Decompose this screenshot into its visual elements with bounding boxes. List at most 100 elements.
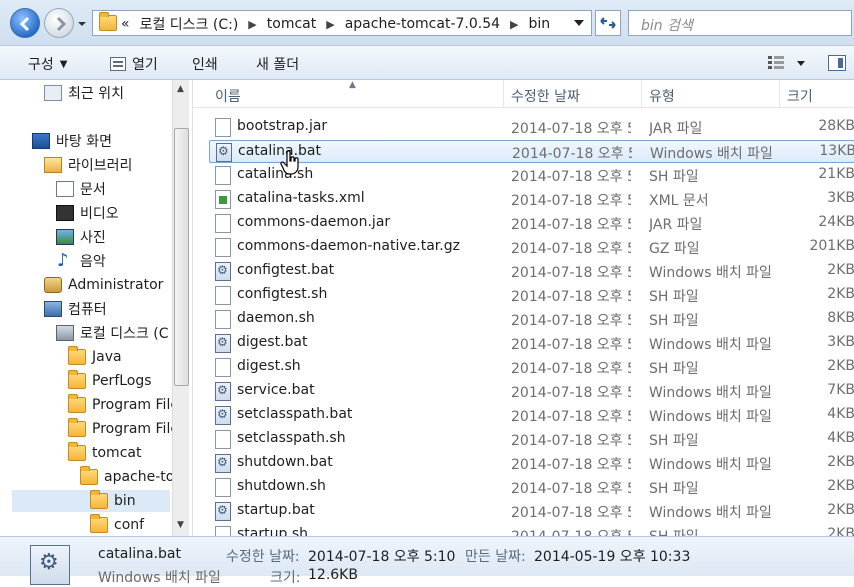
file-row[interactable]: digest.sh 2014-07-18 오후 5:10 SH 파일 2KB <box>209 356 854 379</box>
column-header-name[interactable]: 이름 <box>215 86 241 106</box>
breadcrumb-separator-icon[interactable]: ▶ <box>248 18 256 31</box>
breadcrumb-apache-tomcat[interactable]: apache-tomcat-7.0.54 <box>345 16 500 32</box>
address-dropdown-icon[interactable] <box>573 18 585 28</box>
preview-pane-icon[interactable] <box>828 55 846 71</box>
file-type: Windows 배치 파일 <box>649 265 772 281</box>
file-date: 2014-07-18 오후 5:10 <box>511 409 631 425</box>
refresh-button[interactable] <box>595 10 621 36</box>
file-row[interactable]: daemon.sh 2014-07-18 오후 5:10 SH 파일 8KB <box>209 308 854 331</box>
nav-item-pictures[interactable]: 사진 <box>56 226 106 248</box>
file-row[interactable]: shutdown.sh 2014-07-18 오후 5:10 SH 파일 2KB <box>209 476 854 499</box>
breadcrumb-local-disk[interactable]: 로컬 디스크 (C:) <box>140 14 239 34</box>
column-header-type[interactable]: 유형 <box>649 86 675 106</box>
breadcrumb-separator-icon[interactable]: ▶ <box>510 18 518 31</box>
file-icon <box>215 166 231 185</box>
file-row[interactable]: commons-daemon.jar 2014-07-18 오후 5:10 JAR … <box>209 212 854 235</box>
organize-button[interactable]: 구성 ▼ <box>28 54 67 74</box>
file-row[interactable]: catalina-tasks.xml 2014-07-18 오후 5:10 XML … <box>209 188 854 211</box>
file-row[interactable]: configtest.sh 2014-07-18 오후 5:10 SH 파일 2KB <box>209 284 854 307</box>
open-button[interactable]: 열기 <box>110 54 158 74</box>
column-header-date[interactable]: 수정한 날짜 <box>511 86 580 106</box>
nav-item-recent-places[interactable]: 최근 위치 <box>44 82 124 104</box>
nav-item-music[interactable]: 음악 <box>56 250 106 272</box>
nav-item-tomcat[interactable]: tomcat <box>68 442 141 464</box>
nav-item-documents[interactable]: 문서 <box>56 178 106 200</box>
nav-item-program-files[interactable]: Program File <box>68 394 179 416</box>
desktop-icon <box>32 133 50 149</box>
file-row[interactable]: catalina.bat2014-07-18 오후 5:10Windows 배치… <box>209 140 854 163</box>
file-date: 2014-07-18 오후 5:10 <box>511 313 631 329</box>
file-name: shutdown.sh <box>237 478 326 494</box>
nav-item-local-disk[interactable]: 로컬 디스크 (C <box>56 322 169 344</box>
file-size: 8KB <box>827 310 854 326</box>
navigation-scrollbar[interactable]: ▲ ▼ <box>172 80 189 536</box>
file-name: commons-daemon-native.tar.gz <box>237 238 460 254</box>
local-disk-icon <box>56 325 74 341</box>
file-row[interactable]: service.bat 2014-07-18 오후 5:10 Windows 배치 … <box>209 380 854 403</box>
scroll-up-icon[interactable]: ▲ <box>177 84 184 94</box>
detail-size-label: 크기: <box>270 570 301 586</box>
file-name: bootstrap.jar <box>237 118 328 134</box>
file-row[interactable]: catalina.sh2014-07-18 오후 5:10SH 파일21KB <box>209 164 854 187</box>
new-folder-button[interactable]: 새 폴더 <box>256 54 299 74</box>
file-row[interactable]: bootstrap.jar 2014-07-18 오후 5:10 JAR 파일 28K… <box>209 116 854 139</box>
nav-item-label: Program File <box>92 421 179 437</box>
file-size: 4KB <box>827 430 854 446</box>
back-button[interactable] <box>10 8 40 38</box>
file-name: commons-daemon.jar <box>237 214 391 230</box>
nav-item-administrator[interactable]: Administrator <box>44 274 163 296</box>
print-button[interactable]: 인쇄 <box>192 54 218 74</box>
file-row[interactable]: setclasspath.bat 2014-07-18 오후 5:10 Window… <box>209 404 854 427</box>
search-input[interactable]: bin 검색 <box>628 10 852 36</box>
file-icon <box>215 214 231 233</box>
file-icon <box>215 478 231 497</box>
nav-item-videos[interactable]: 비디오 <box>56 202 119 224</box>
nav-item-libraries[interactable]: 라이브러리 <box>44 154 132 176</box>
column-divider[interactable] <box>641 80 642 108</box>
view-dropdown-icon[interactable] <box>796 60 806 68</box>
file-type: SH 파일 <box>649 361 699 377</box>
nav-item-label: Administrator <box>68 277 164 293</box>
file-type: XML 문서 <box>649 193 709 209</box>
file-row[interactable]: shutdown.bat 2014-07-18 오후 5:10 Windows 배치… <box>209 452 854 475</box>
nav-item-label: 사진 <box>80 230 106 246</box>
arrow-left-icon <box>19 16 30 32</box>
breadcrumb-bin[interactable]: bin <box>529 16 551 32</box>
address-bar[interactable]: « 로컬 디스크 (C:) ▶ tomcat ▶ apache-tomcat-7… <box>92 10 592 36</box>
file-row[interactable]: startup.bat 2014-07-18 오후 5:10 Windows 배치 … <box>209 500 854 523</box>
file-date: 2014-07-18 오후 5:10 <box>511 289 631 305</box>
computer-icon <box>44 301 62 317</box>
nav-item-conf[interactable]: conf <box>90 514 144 536</box>
nav-item-computer[interactable]: 컴퓨터 <box>44 298 107 320</box>
breadcrumb-overflow[interactable]: « <box>121 16 130 32</box>
view-options-icon[interactable] <box>768 56 784 70</box>
breadcrumb-separator-icon[interactable]: ▶ <box>326 18 334 31</box>
nav-item-program-files-x86[interactable]: Program File <box>68 418 179 440</box>
file-row[interactable]: setclasspath.sh 2014-07-18 오후 5:10 SH 파일 4K… <box>209 428 854 451</box>
column-header-size[interactable]: 크기 <box>787 86 813 106</box>
file-icon <box>215 310 231 329</box>
nav-item-apache-tomcat[interactable]: apache-tor <box>80 466 180 488</box>
file-row[interactable]: configtest.bat 2014-07-18 오후 5:10 Windows … <box>209 260 854 283</box>
file-name: startup.bat <box>237 502 315 518</box>
nav-item-bin[interactable]: bin <box>12 490 170 512</box>
history-dropdown-icon[interactable] <box>76 18 88 30</box>
file-row[interactable]: digest.bat 2014-07-18 오후 5:10 Windows 배치 파… <box>209 332 854 355</box>
file-type: Windows 배치 파일 <box>649 385 772 401</box>
file-row[interactable]: commons-daemon-native.tar.gz 2014-07-18 오… <box>209 236 854 259</box>
breadcrumb-tomcat[interactable]: tomcat <box>267 16 316 32</box>
open-icon <box>110 57 126 71</box>
scroll-down-icon[interactable]: ▼ <box>177 520 184 530</box>
file-date: 2014-07-18 오후 5:10 <box>511 121 631 137</box>
file-type: SH 파일 <box>649 313 699 329</box>
nav-item-desktop[interactable]: 바탕 화면 <box>32 130 112 152</box>
file-date: 2014-07-18 오후 5:10 <box>511 265 631 281</box>
column-divider[interactable] <box>779 80 780 108</box>
navigation-pane: 최근 위치 바탕 화면 라이브러리 문서 비디오 사진 음악 Administr… <box>0 80 190 536</box>
scrollbar-thumb[interactable] <box>174 128 189 386</box>
nav-item-java[interactable]: Java <box>68 346 122 368</box>
forward-button[interactable] <box>44 8 74 38</box>
file-size: 3KB <box>827 190 854 206</box>
nav-item-perflogs[interactable]: PerfLogs <box>68 370 152 392</box>
column-divider[interactable] <box>503 80 504 108</box>
